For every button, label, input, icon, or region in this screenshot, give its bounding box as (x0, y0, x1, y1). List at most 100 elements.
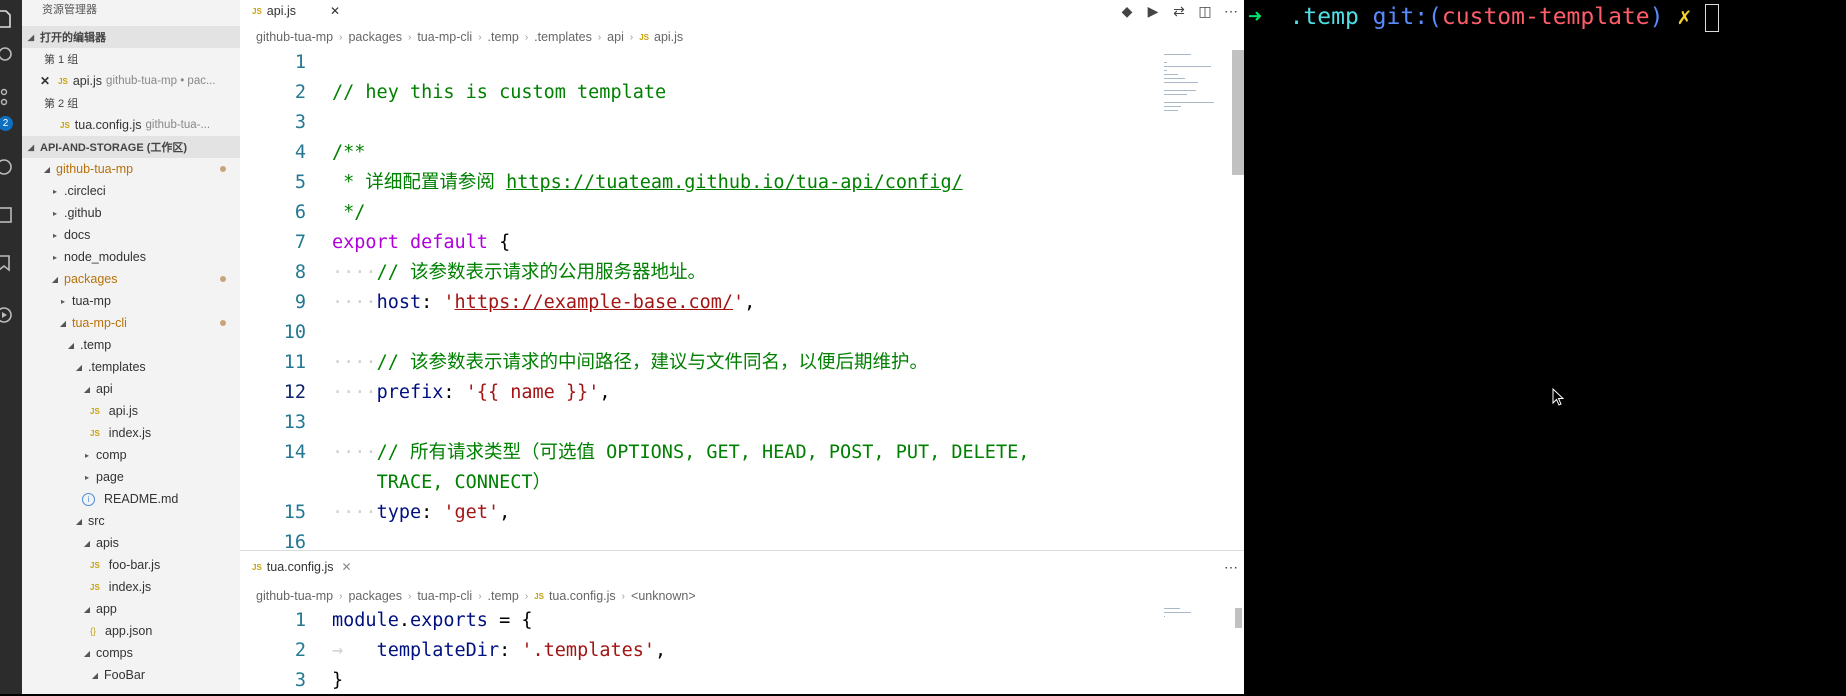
close-tab-icon[interactable]: ✕ (342, 560, 352, 574)
open-editor-item-config[interactable]: JS tua.config.js github-tua-... (22, 114, 240, 136)
tree-item-label: foo-bar.js (108, 558, 161, 572)
code-line[interactable]: 11 ····// 该参数表示请求的中间路径，建议与文件同名，以便后期维护。 (240, 348, 1244, 378)
tree-item[interactable]: ◢ app (22, 598, 240, 620)
code-line[interactable]: 9 ····host: 'https://example-base.com/', (240, 288, 1244, 318)
code-line[interactable]: 10 (240, 318, 1244, 348)
tree-item-label: comps (96, 646, 133, 660)
code-line[interactable]: 3} (240, 666, 1244, 696)
tree-item[interactable]: i README.md (22, 488, 240, 510)
close-tab-icon[interactable]: ✕ (330, 4, 340, 18)
code-line[interactable]: 2 → templateDir: '.templates', (240, 636, 1244, 666)
tree-item[interactable]: JS foo-bar.js (22, 554, 240, 576)
compare-icon[interactable]: ⇄ (1166, 3, 1192, 20)
tree-item[interactable]: ◢ FooBar (22, 664, 240, 686)
breadcrumb-item[interactable]: github-tua-mp (256, 30, 333, 44)
split-editor-icon[interactable]: ◫ (1192, 3, 1218, 20)
code-line[interactable]: 3 (240, 108, 1244, 138)
extensions-icon[interactable] (0, 202, 22, 228)
tree-item-label: src (88, 514, 105, 528)
source-control-icon[interactable] (0, 84, 22, 110)
code-line[interactable]: 2 // hey this is custom template (240, 78, 1244, 108)
breadcrumb-item[interactable]: tua-mp-cli (417, 30, 472, 44)
code-line[interactable]: 7 export default { (240, 228, 1244, 258)
code-line[interactable]: 15 ····type: 'get', (240, 498, 1244, 528)
code-line[interactable]: 12 ····prefix: '{{ name }}', (240, 378, 1244, 408)
tree-item[interactable]: ◢ github-tua-mp (22, 158, 240, 180)
tree-item[interactable]: JS api.js (22, 400, 240, 422)
breadcrumb-separator-icon: › (597, 31, 602, 43)
tab-api-js[interactable]: JS api.js ✕ (252, 0, 340, 22)
bookmark-icon[interactable] (0, 250, 22, 276)
tree-item[interactable]: {} app.json (22, 620, 240, 642)
workspace-header[interactable]: ◢ API-AND-STORAGE (工作区) (22, 136, 240, 158)
tree-item[interactable]: ◢ api (22, 378, 240, 400)
tree-item[interactable]: ▸ docs (22, 224, 240, 246)
search-icon[interactable] (0, 42, 22, 68)
line-number: 1 (294, 610, 306, 631)
breadcrumb-item[interactable]: tua.config.js (549, 589, 616, 603)
tree-item[interactable]: ◢ apis (22, 532, 240, 554)
tree-item[interactable]: ▸ .circleci (22, 180, 240, 202)
tree-item[interactable]: ◢ comps (22, 642, 240, 664)
terminal-panel[interactable]: ➜ .temp git:(custom-template) ✗ (1244, 0, 1846, 694)
code-line[interactable]: 4 /** (240, 138, 1244, 168)
files-icon[interactable] (0, 6, 22, 32)
code-line[interactable]: 1 (240, 48, 1244, 78)
breadcrumb-separator-icon: › (478, 590, 482, 602)
more-actions-icon[interactable]: ⋯ (1218, 3, 1244, 20)
code-line[interactable]: 16 (240, 528, 1244, 558)
run-icon[interactable]: ▶ (1140, 3, 1166, 20)
tree-item-label: app.json (105, 624, 153, 638)
tree-item[interactable]: ◢ .templates (22, 356, 240, 378)
prompt-arrow-icon: ➜ (1248, 4, 1262, 30)
tree-item[interactable]: ▸ tua-mp (22, 290, 240, 312)
code-line[interactable]: TRACE, CONNECT） (240, 468, 1244, 498)
breadcrumb-item[interactable]: .temp (488, 30, 519, 44)
breadcrumb-item[interactable]: .templates (534, 30, 592, 44)
line-number: 9 (294, 292, 306, 313)
code-line[interactable]: 6 */ (240, 198, 1244, 228)
breadcrumb-item[interactable]: <unknown> (631, 589, 696, 603)
breadcrumb-item[interactable]: tua-mp-cli (417, 589, 472, 603)
breadcrumb-separator-icon: › (407, 590, 412, 602)
breadcrumb-item[interactable]: packages (348, 589, 402, 603)
git-icon[interactable]: ◆ (1114, 3, 1140, 20)
breadcrumb-item[interactable]: github-tua-mp (256, 589, 333, 603)
tree-item[interactable]: JS index.js (22, 422, 240, 444)
breadcrumb-item[interactable]: packages (348, 30, 402, 44)
code-line[interactable]: 5 * 详细配置请参阅 https://tuateam.github.io/tu… (240, 168, 1244, 198)
line-number: 1 (294, 52, 306, 73)
breadcrumb-item[interactable]: api (607, 30, 624, 44)
code-line[interactable]: 13 (240, 408, 1244, 438)
chevron-down-icon: ◢ (83, 538, 91, 548)
code-line[interactable]: 14 ····// 所有请求类型（可选值 OPTIONS, GET, HEAD, … (240, 438, 1244, 468)
tree-item[interactable]: ▸ node_modules (22, 246, 240, 268)
more-actions-icon[interactable]: ⋯ (1218, 559, 1244, 576)
tree-item[interactable]: ◢ tua-mp-cli (22, 312, 240, 334)
tree-item[interactable]: JS index.js (22, 576, 240, 598)
debug-icon[interactable] (0, 154, 22, 180)
code-token: ···· (332, 382, 377, 403)
open-editor-item-api[interactable]: ✕ JS api.js github-tua-mp • pac... (22, 70, 240, 92)
play-circle-icon[interactable] (0, 302, 22, 328)
close-icon[interactable]: ✕ (40, 74, 50, 88)
code-line[interactable]: 8 ····// 该参数表示请求的公用服务器地址。 (240, 258, 1244, 288)
tree-item[interactable]: ▸ .github (22, 202, 240, 224)
scrollbar-bottom[interactable] (1235, 608, 1242, 628)
code-line[interactable]: 1 module.exports = { (240, 606, 1244, 636)
chevron-right-icon: ▸ (60, 296, 65, 306)
scrollbar-top[interactable] (1232, 50, 1244, 175)
editor-group-divider (240, 550, 1244, 551)
tab-tua-config[interactable]: JS tua.config.js ✕ (252, 556, 352, 578)
tree-item[interactable]: ▸ comp (22, 444, 240, 466)
tree-item[interactable]: ◢ .temp (22, 334, 240, 356)
tree-item[interactable]: ◢ packages (22, 268, 240, 290)
line-number: 13 (283, 412, 306, 433)
open-editors-header[interactable]: ◢ 打开的编辑器 (22, 26, 240, 48)
breadcrumb-item[interactable]: .temp (488, 589, 519, 603)
breadcrumb-item[interactable]: api.js (654, 30, 683, 44)
code-text: export default { (332, 228, 510, 258)
tree-item[interactable]: ▸ page (22, 466, 240, 488)
tree-item[interactable]: ◢ src (22, 510, 240, 532)
line-number: 12 (283, 382, 306, 403)
